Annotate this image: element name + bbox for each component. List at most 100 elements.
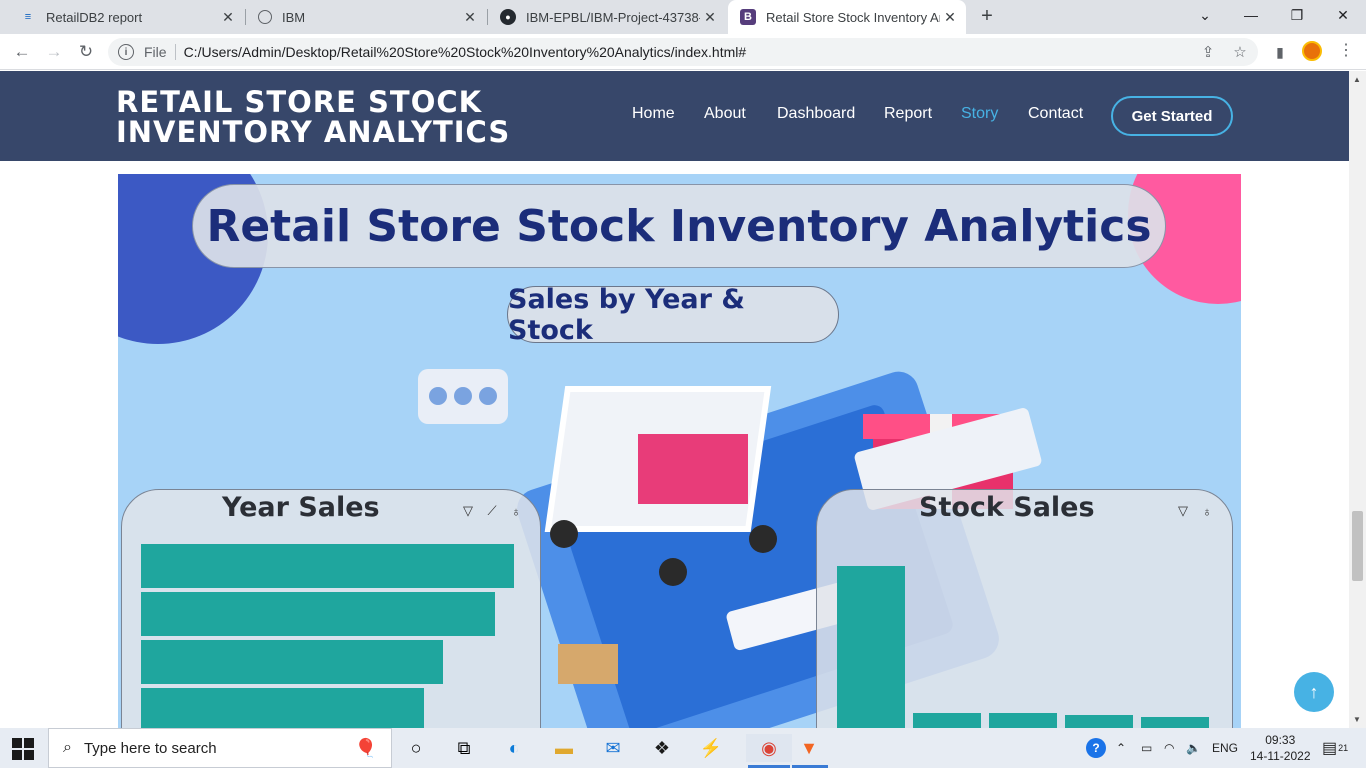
tab-label: IBM-EPBL/IBM-Project-43738-16 [526, 9, 700, 25]
year-sales-bar[interactable] [141, 544, 514, 588]
vscode-icon[interactable]: ⚡ [697, 734, 725, 762]
stock-sales-card: Stock Sales ▽ ♁ [816, 489, 1233, 728]
taskbar-clock[interactable]: 09:33 14-11-2022 [1250, 732, 1311, 764]
browser-tab-strip: ≡ RetailDB2 report ✕ IBM ✕ ● IBM-EPBL/IB… [0, 0, 1366, 34]
tab-retail-store-active[interactable]: B Retail Store Stock Inventory Anal ✕ [728, 0, 966, 34]
year-sales-bar[interactable] [141, 640, 443, 684]
scroll-up-icon[interactable]: ▲ [1353, 75, 1361, 84]
clock-time: 09:33 [1265, 733, 1296, 747]
back-button[interactable]: ← [10, 40, 34, 64]
close-icon[interactable]: ✕ [700, 7, 720, 27]
back-to-top-button[interactable]: ↑ [1294, 672, 1334, 712]
minimize-button[interactable]: — [1228, 0, 1274, 30]
task-view-icon[interactable]: ⧉ [450, 734, 478, 762]
year-sales-bar[interactable] [141, 592, 495, 636]
menu-kebab-icon[interactable]: ⋮ [1336, 40, 1356, 64]
battery-icon[interactable]: ▭ [1141, 728, 1152, 768]
info-icon[interactable]: i [118, 44, 134, 60]
dashboard-subtitle: Sales by Year & Stock [507, 284, 839, 346]
clock-date: 14-11-2022 [1250, 749, 1311, 763]
app-v-icon[interactable]: ▼ [795, 734, 823, 762]
windows-taskbar: ⌕ Type here to search 🎈 ○ ⧉ ◐ ▬ ✉ ❖ ⚡ ◉ … [0, 728, 1366, 768]
globe-icon [258, 10, 272, 24]
scroll-down-icon[interactable]: ▼ [1353, 715, 1361, 724]
cortana-icon[interactable]: ○ [402, 734, 430, 762]
github-icon: ● [500, 9, 516, 25]
nav-report[interactable]: Report [884, 105, 932, 123]
forward-button[interactable]: → [42, 40, 66, 64]
chevron-up-icon[interactable]: ⌃ [1116, 728, 1126, 768]
page-scrollbar[interactable]: ▲ ▼ [1349, 71, 1366, 728]
scroll-thumb[interactable] [1352, 511, 1363, 581]
tab-search-button[interactable]: ⌄ [1182, 0, 1228, 30]
url-text[interactable]: C:/Users/Admin/Desktop/Retail%20Store%20… [184, 44, 747, 60]
close-icon[interactable]: ✕ [218, 7, 238, 27]
year-sales-card: Year Sales ▽ ⟋ ♁ [121, 489, 541, 728]
lightbulb-icon[interactable]: ♁ [507, 502, 525, 520]
line-chart-icon[interactable]: ⟋ [483, 502, 501, 520]
windows-start-icon[interactable] [12, 738, 34, 760]
year-sales-bar[interactable] [141, 688, 424, 728]
nav-home[interactable]: Home [632, 105, 675, 123]
restore-button[interactable]: ❐ [1274, 0, 1320, 30]
tab-ibm[interactable]: IBM ✕ [246, 0, 486, 34]
taskbar-search[interactable]: ⌕ Type here to search 🎈 [48, 728, 392, 768]
site-header: RETAIL STORE STOCK INVENTORY ANALYTICS H… [0, 71, 1349, 161]
close-icon[interactable]: ✕ [940, 7, 960, 27]
close-window-button[interactable]: ✕ [1320, 0, 1366, 30]
search-icon: ⌕ [63, 739, 72, 756]
profile-avatar[interactable] [1302, 41, 1322, 61]
filter-icon[interactable]: ▽ [459, 502, 477, 520]
language-indicator[interactable]: ENG [1212, 728, 1238, 768]
mail-icon[interactable]: ✉ [599, 734, 627, 762]
year-sales-title: Year Sales [222, 492, 380, 523]
bootstrap-icon: B [740, 9, 756, 25]
edge-icon[interactable]: ◐ [500, 734, 528, 762]
nav-dashboard[interactable]: Dashboard [777, 105, 855, 123]
tab-label: Retail Store Stock Inventory Anal [766, 9, 940, 25]
bookmark-star-icon[interactable]: ☆ [1228, 38, 1252, 66]
reload-button[interactable]: ↻ [74, 40, 98, 64]
share-icon[interactable]: ⇪ [1196, 38, 1220, 66]
file-scheme-label: File [144, 44, 167, 60]
tab-label: RetailDB2 report [46, 9, 143, 25]
notifications-icon[interactable]: ▤ 21 [1322, 728, 1348, 768]
stock-sales-title: Stock Sales [919, 492, 1095, 523]
help-icon[interactable]: ? [1086, 728, 1106, 768]
nav-story[interactable]: Story [961, 105, 998, 123]
dropbox-icon[interactable]: ❖ [648, 734, 676, 762]
chrome-icon[interactable]: ◉ [746, 734, 792, 762]
stock-sales-bar[interactable] [1065, 715, 1133, 728]
side-panel-icon[interactable]: ▮ [1268, 40, 1292, 64]
file-explorer-icon[interactable]: ▬ [550, 734, 578, 762]
logo-line-2: INVENTORY ANALYTICS [116, 115, 511, 149]
tab-github[interactable]: ● IBM-EPBL/IBM-Project-43738-16 ✕ [488, 0, 726, 34]
logo-line-1: RETAIL STORE STOCK [116, 85, 483, 119]
stock-sales-bar[interactable] [837, 566, 905, 728]
lightbulb-icon[interactable]: ♁ [1198, 502, 1216, 520]
close-icon[interactable]: ✕ [460, 7, 480, 27]
get-started-button[interactable]: Get Started [1111, 96, 1233, 136]
tab-label: IBM [282, 9, 306, 25]
tab-retaildb2-report[interactable]: ≡ RetailDB2 report ✕ [8, 0, 244, 34]
stock-sales-bar[interactable] [989, 713, 1057, 728]
stock-sales-bar[interactable] [1141, 717, 1209, 728]
story-dashboard: Retail Store Stock Inventory Analytics S… [118, 174, 1241, 728]
address-bar[interactable]: i File C:/Users/Admin/Desktop/Retail%20S… [108, 38, 1258, 66]
filter-icon[interactable]: ▽ [1174, 502, 1192, 520]
browser-toolbar: ← → ↻ i File C:/Users/Admin/Desktop/Reta… [0, 34, 1366, 70]
nav-contact[interactable]: Contact [1028, 105, 1083, 123]
notification-count: 21 [1338, 743, 1349, 753]
volume-icon[interactable]: 🔈 [1186, 728, 1201, 768]
page-viewport: RETAIL STORE STOCK INVENTORY ANALYTICS H… [0, 71, 1349, 728]
ibm-cognos-icon: ≡ [24, 11, 32, 23]
stock-sales-bar[interactable] [913, 713, 981, 728]
dashboard-title: Retail Store Stock Inventory Analytics [192, 184, 1166, 268]
balloons-icon: 🎈 [354, 737, 377, 758]
site-logo[interactable]: RETAIL STORE STOCK INVENTORY ANALYTICS [116, 87, 510, 147]
search-placeholder: Type here to search [83, 739, 217, 757]
new-tab-button[interactable]: + [976, 5, 998, 27]
wifi-icon[interactable]: ◠ [1164, 728, 1174, 768]
nav-about[interactable]: About [704, 105, 746, 123]
stock-sales-bars [837, 544, 1217, 728]
